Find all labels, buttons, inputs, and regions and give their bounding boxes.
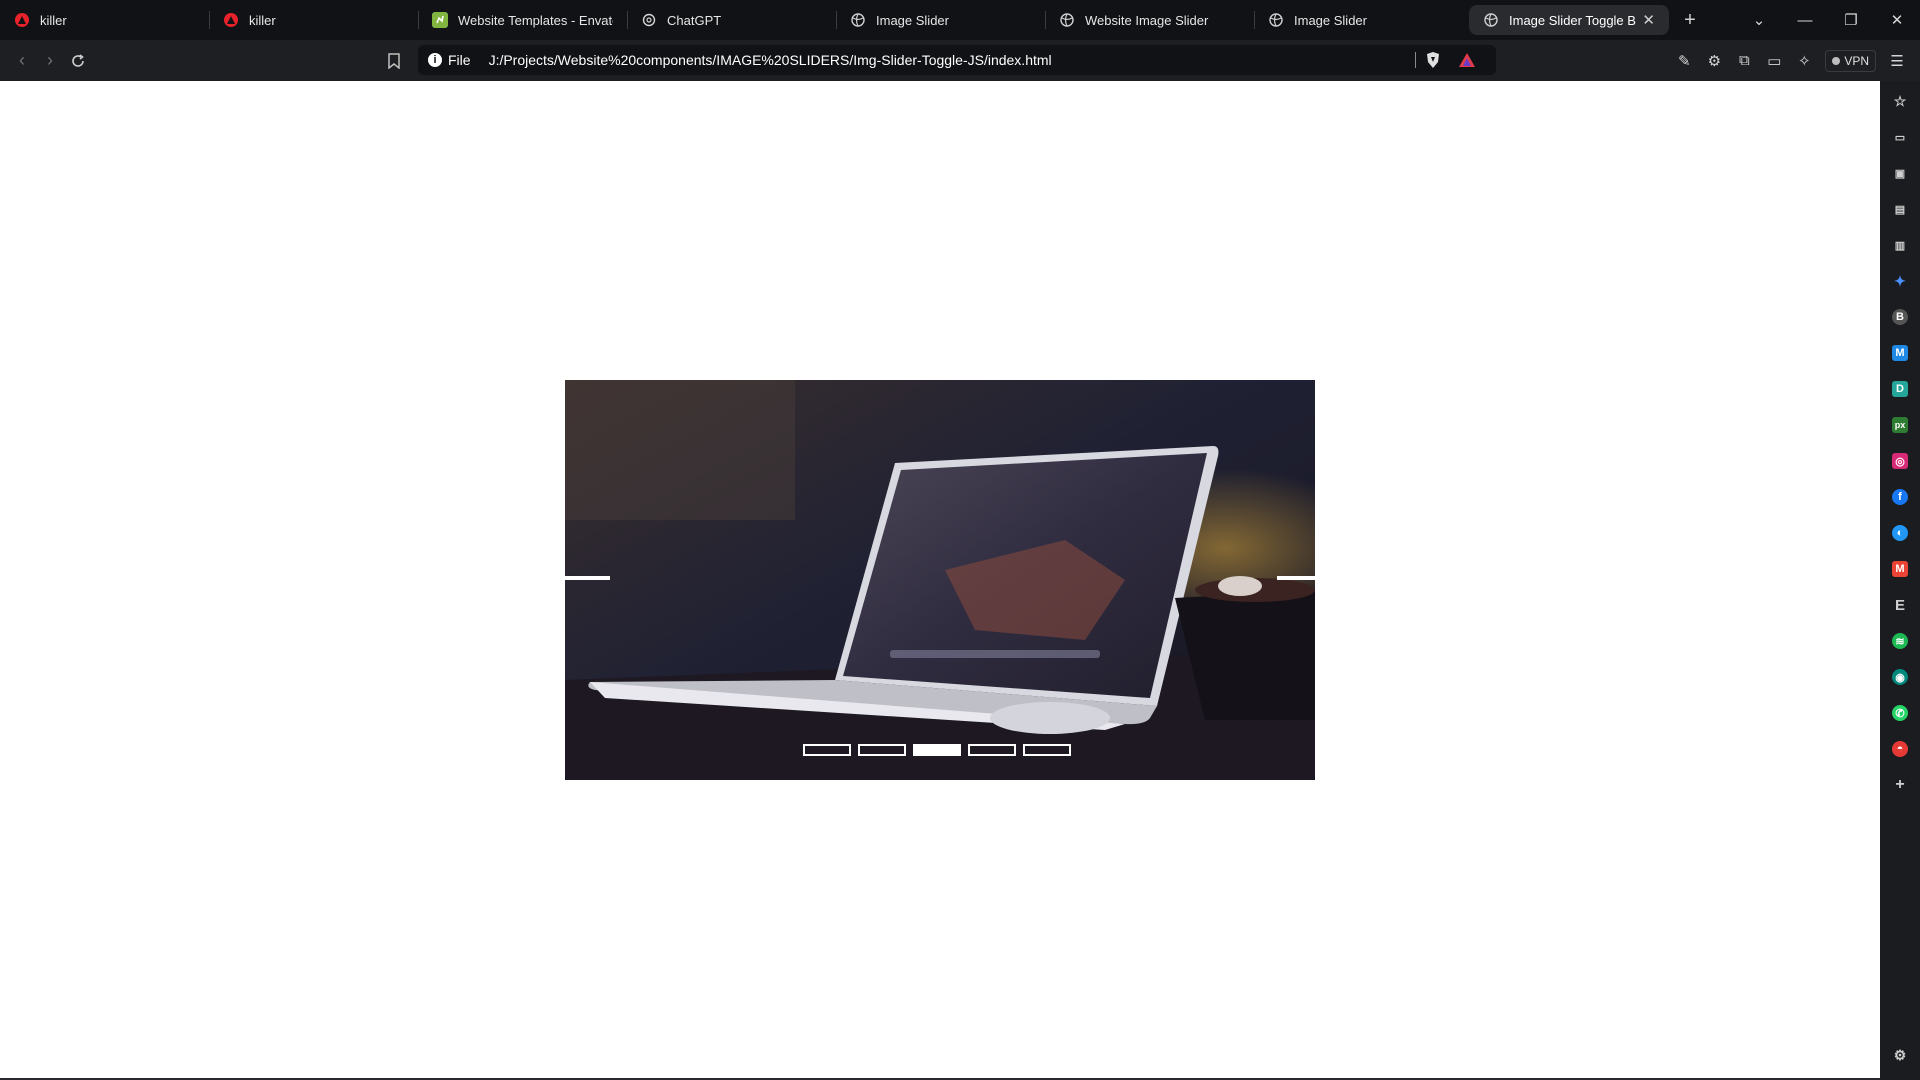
globe-icon	[1059, 12, 1075, 28]
tab-title: Website Image Slider	[1085, 12, 1209, 28]
slide-indicators	[803, 744, 1071, 756]
info-icon[interactable]: i	[428, 53, 442, 67]
leo-ai-icon[interactable]: ✦	[1892, 273, 1908, 289]
vpn-label: VPN	[1844, 53, 1869, 68]
tab-title: Image Slider Toggle Butto	[1509, 12, 1636, 28]
new-tab-button[interactable]: +	[1675, 9, 1705, 32]
whatsapp-icon[interactable]: ✆	[1892, 705, 1908, 721]
tab-killer-2[interactable]: killer	[209, 0, 418, 40]
leo-ai-icon[interactable]: ✧	[1789, 52, 1819, 70]
reading-list-icon[interactable]: ▤	[1892, 201, 1908, 217]
tab-search-chevron-icon[interactable]: ⌄	[1736, 11, 1782, 29]
dribbble-icon[interactable]: D	[1892, 381, 1908, 397]
next-slide-button[interactable]	[1277, 576, 1315, 580]
tab-image-slider-1[interactable]: Image Slider	[836, 0, 1045, 40]
brave-shield-icon[interactable]	[1425, 51, 1441, 72]
side-panel: ☆ ▭ ▣ ▤ ▥ ✦ B M D px ◎ f ◐ M E ≋ ◉ ✆ ◓ +…	[1880, 81, 1920, 1080]
vpn-button[interactable]: VPN	[1825, 49, 1876, 72]
spotify-icon[interactable]: ≋	[1892, 633, 1908, 649]
pixabay-icon[interactable]: px	[1892, 417, 1908, 433]
brave-rewards-icon[interactable]	[1458, 51, 1476, 72]
tab-title: Image Slider	[876, 12, 949, 28]
extensions-puzzle-icon[interactable]: ⧉	[1729, 52, 1759, 69]
slide-indicator-4[interactable]	[968, 744, 1016, 756]
slide-indicator-5[interactable]	[1023, 744, 1071, 756]
facebook-icon[interactable]: f	[1892, 489, 1908, 505]
book-icon[interactable]: ▥	[1892, 237, 1908, 253]
tab-title: killer	[40, 12, 67, 28]
opera-icon	[223, 12, 239, 28]
slide-indicator-2[interactable]	[858, 744, 906, 756]
wallet-icon[interactable]: ▭	[1759, 52, 1789, 70]
minimize-button[interactable]: —	[1782, 12, 1828, 29]
tab-title: killer	[249, 12, 276, 28]
tab-killer-1[interactable]: killer	[0, 0, 209, 40]
window-controls: ⌄ — ❐ ✕	[1736, 0, 1920, 40]
messenger-icon[interactable]: ◐	[1892, 525, 1908, 541]
chatgpt-icon	[641, 12, 657, 28]
toolbar-right: ✎ ⚙ ⧉ ▭ ✧ VPN ☰	[1669, 40, 1920, 81]
address-bar[interactable]: i File J:/Projects/Website%20components/…	[418, 45, 1496, 75]
menu-icon[interactable]: ☰	[1882, 52, 1912, 70]
eyedropper-icon[interactable]: ✎	[1669, 52, 1699, 70]
bookmark-icon[interactable]	[380, 47, 408, 75]
add-icon[interactable]: +	[1892, 776, 1908, 793]
globe-icon	[850, 12, 866, 28]
tab-title: Image Slider	[1294, 12, 1367, 28]
github-icon[interactable]: ◓	[1892, 741, 1908, 757]
envato-icon[interactable]: E	[1892, 597, 1908, 614]
settings-icon[interactable]: ⚙	[1892, 1047, 1908, 1063]
instagram-icon[interactable]: ◎	[1892, 453, 1908, 469]
tab-image-slider-toggle[interactable]: Image Slider Toggle Butto ✕	[1469, 5, 1669, 35]
tab-image-slider-2[interactable]: Image Slider	[1254, 0, 1463, 40]
gmail-icon[interactable]: M	[1892, 561, 1908, 577]
close-window-button[interactable]: ✕	[1874, 11, 1920, 29]
tab-title: Website Templates - Envato	[458, 12, 613, 28]
vpn-status-dot	[1832, 56, 1841, 65]
slide-indicator-1[interactable]	[803, 744, 851, 756]
url-text[interactable]: J:/Projects/Website%20components/IMAGE%2…	[489, 52, 1052, 68]
scheme-label: File	[448, 52, 471, 68]
globe-icon	[1483, 12, 1499, 28]
extension-gear-icon[interactable]: ⚙	[1699, 52, 1729, 70]
tab-strip: killer killer Website Templates - Envato…	[0, 0, 1920, 40]
envato-icon	[432, 12, 448, 28]
divider	[1415, 52, 1416, 68]
browser-toolbar: ‹ › i File J:/Projects/Website%20compone…	[0, 40, 1920, 81]
wallet-icon[interactable]: ▣	[1892, 165, 1908, 181]
page-viewport	[0, 81, 1880, 1080]
tab-title: ChatGPT	[667, 12, 722, 28]
slide-indicator-3[interactable]	[913, 744, 961, 756]
tab-website-image-slider[interactable]: Website Image Slider	[1045, 0, 1254, 40]
brave-icon[interactable]: B	[1892, 309, 1908, 325]
tab-envato[interactable]: Website Templates - Envato	[418, 0, 627, 40]
tab-chatgpt[interactable]: ChatGPT	[627, 0, 836, 40]
close-tab-icon[interactable]: ✕	[1642, 11, 1655, 29]
slide-image	[565, 380, 1315, 780]
bookmark-star-icon[interactable]: ☆	[1892, 93, 1908, 109]
back-icon[interactable]: ‹	[8, 47, 36, 75]
prev-slide-button[interactable]	[565, 576, 610, 580]
forward-icon[interactable]: ›	[36, 47, 64, 75]
globe-icon	[1268, 12, 1284, 28]
restore-button[interactable]: ❐	[1828, 11, 1874, 29]
image-slider	[565, 380, 1315, 780]
malwarebytes-icon[interactable]: M	[1892, 345, 1908, 361]
reload-icon[interactable]	[64, 47, 92, 75]
opera-icon	[14, 12, 30, 28]
video-icon[interactable]: ▭	[1892, 129, 1908, 145]
copilot-icon[interactable]: ◉	[1892, 669, 1908, 685]
